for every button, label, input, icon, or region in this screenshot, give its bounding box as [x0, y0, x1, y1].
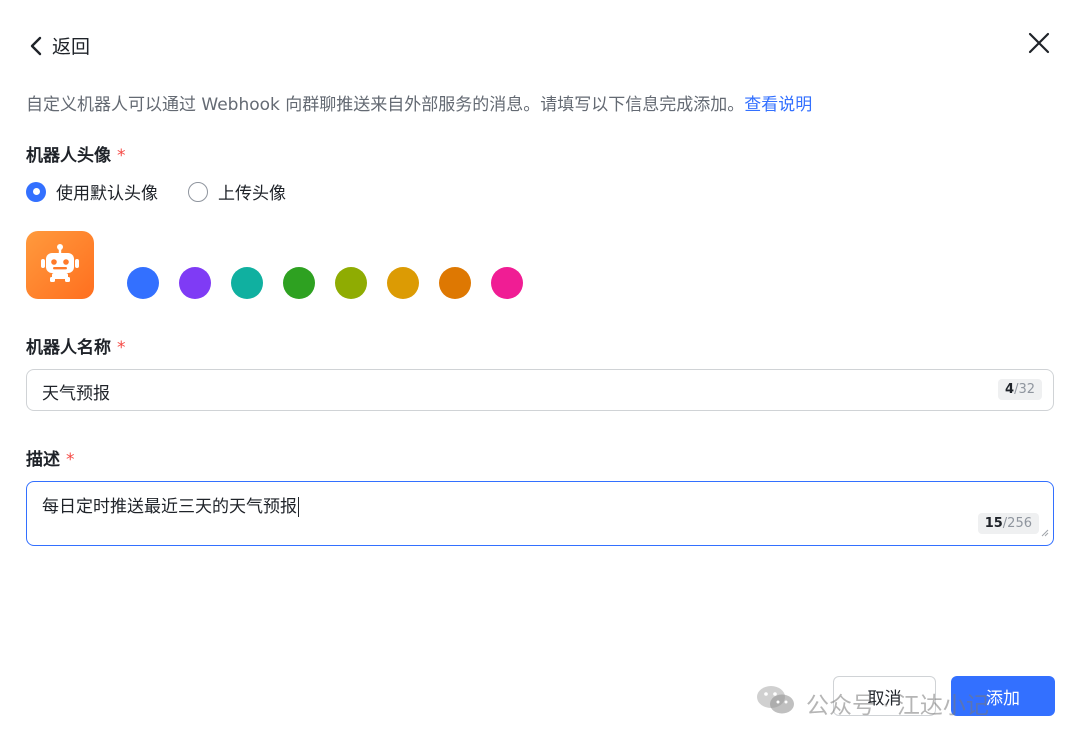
- description-textarea[interactable]: 每日定时推送最近三天的天气预报 15/256: [26, 481, 1054, 546]
- avatar-radio-group: 使用默认头像 上传头像: [26, 179, 316, 204]
- radio-upload-label: 上传头像: [218, 184, 286, 204]
- close-icon: [1028, 32, 1050, 58]
- color-swatch-blue[interactable]: [127, 267, 159, 299]
- text-caret: [298, 497, 299, 517]
- radio-checked-icon[interactable]: [26, 181, 46, 202]
- radio-unchecked-icon[interactable]: [188, 181, 208, 202]
- color-swatch-orange[interactable]: [439, 267, 471, 299]
- desc-char-counter: 15/256: [977, 513, 1039, 534]
- intro-text: 自定义机器人可以通过 Webhook 向群聊推送来自外部服务的消息。请填写以下信…: [26, 90, 812, 115]
- add-button[interactable]: 添加: [951, 676, 1055, 716]
- color-swatches: [127, 267, 543, 299]
- add-label: 添加: [986, 688, 1020, 709]
- avatar-label: 机器人头像 *: [26, 141, 126, 166]
- color-swatch-green[interactable]: [283, 267, 315, 299]
- dialog-header: 返回: [26, 30, 1054, 64]
- bot-name-value: 天气预报: [42, 384, 110, 404]
- description-text: 每日定时推送最近三天的天气预报: [42, 497, 297, 517]
- resize-handle-icon[interactable]: [1041, 522, 1049, 541]
- radio-default-label: 使用默认头像: [56, 184, 158, 204]
- description-value: 每日定时推送最近三天的天气预报: [42, 492, 299, 517]
- bot-avatar: [26, 231, 94, 299]
- required-mark: *: [117, 146, 126, 166]
- add-bot-dialog: 返回 自定义机器人可以通过 Webhook 向群聊推送来自外部服务的消息。请填写…: [0, 0, 1080, 748]
- name-char-counter: 4/32: [998, 379, 1042, 400]
- close-button[interactable]: [1024, 30, 1054, 60]
- color-swatch-purple[interactable]: [179, 267, 211, 299]
- radio-upload-avatar[interactable]: 上传头像: [188, 179, 286, 204]
- bot-name-input[interactable]: 天气预报 4/32: [26, 369, 1054, 411]
- desc-count-current: 15: [984, 516, 1003, 531]
- cancel-button[interactable]: 取消: [833, 676, 936, 716]
- name-label: 机器人名称 *: [26, 333, 126, 358]
- cancel-label: 取消: [867, 688, 902, 709]
- color-swatch-teal[interactable]: [231, 267, 263, 299]
- color-swatch-amber[interactable]: [387, 267, 419, 299]
- color-swatch-pink[interactable]: [491, 267, 523, 299]
- desc-label-text: 描述: [26, 450, 60, 470]
- name-label-text: 机器人名称: [26, 338, 111, 358]
- required-mark: *: [66, 450, 75, 470]
- color-swatch-olive[interactable]: [335, 267, 367, 299]
- desc-label: 描述 *: [26, 445, 75, 470]
- back-button[interactable]: 返回: [30, 32, 90, 59]
- intro-body: 自定义机器人可以通过 Webhook 向群聊推送来自外部服务的消息。请填写以下信…: [26, 95, 745, 115]
- name-count-max: /32: [1014, 382, 1035, 397]
- wechat-icon: [756, 684, 796, 722]
- radio-default-avatar[interactable]: 使用默认头像: [26, 179, 158, 204]
- avatar-label-text: 机器人头像: [26, 146, 111, 166]
- view-docs-link[interactable]: 查看说明: [744, 95, 812, 115]
- required-mark: *: [117, 338, 126, 358]
- back-label: 返回: [52, 36, 91, 58]
- name-count-current: 4: [1005, 382, 1015, 397]
- chevron-left-icon: [30, 36, 42, 56]
- robot-icon: [38, 241, 82, 289]
- desc-count-max: /256: [1002, 516, 1032, 531]
